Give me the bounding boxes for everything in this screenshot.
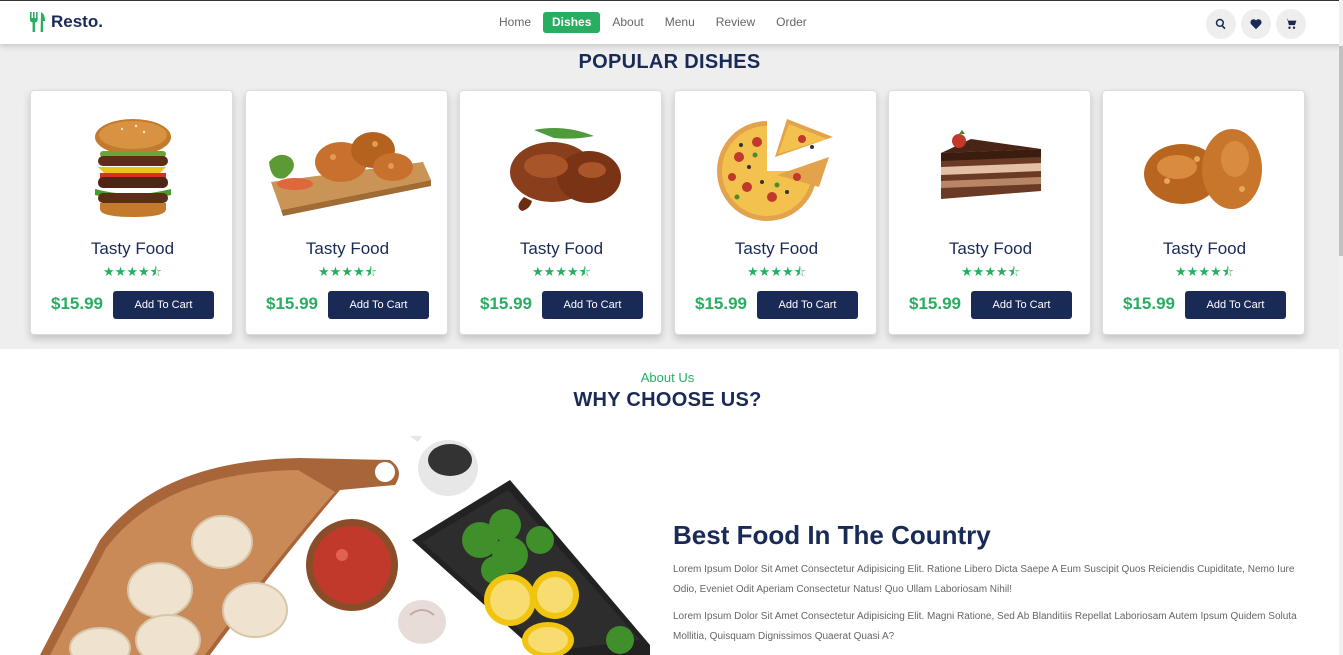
star-rating: ★★★★⯪ bbox=[747, 264, 806, 279]
dish-name: Tasty Food bbox=[948, 239, 1033, 258]
nav-home[interactable]: Home bbox=[490, 12, 540, 33]
section-title: POPULAR DISHES bbox=[578, 51, 761, 73]
main-nav: Home Dishes About Menu Review Order bbox=[490, 12, 819, 33]
dish-image-roast-chicken bbox=[460, 109, 663, 229]
dish-image-burger bbox=[31, 109, 234, 229]
dish-card: Tasty Food ★★★★⯪ $15.99 Add To Cart bbox=[1102, 90, 1305, 335]
nav-order[interactable]: Order bbox=[767, 12, 816, 33]
utensils-icon bbox=[30, 12, 45, 32]
logo[interactable]: Resto. bbox=[29, 12, 103, 32]
star-rating: ★★★★⯪ bbox=[318, 264, 377, 279]
nav-about[interactable]: About bbox=[603, 12, 652, 33]
nav-review[interactable]: Review bbox=[707, 12, 764, 33]
dish-card: Tasty Food ★★★★⯪ $15.99 Add To Cart bbox=[674, 90, 877, 335]
about-title: WHY CHOOSE US? bbox=[573, 389, 762, 411]
star-rating: ★★★★⯪ bbox=[103, 264, 162, 279]
logo-text: Resto. bbox=[51, 12, 103, 31]
about-heading: Best Food In The Country bbox=[673, 520, 991, 550]
scrollbar-thumb[interactable] bbox=[1339, 46, 1343, 256]
dish-card: Tasty Food ★★★★⯪ $15.99 Add To Cart bbox=[459, 90, 662, 335]
about-paragraph-2: Lorem Ipsum Dolor Sit Amet Consectetur A… bbox=[673, 611, 1297, 642]
heart-icon bbox=[1250, 19, 1262, 30]
about-image-dumplings bbox=[40, 430, 650, 655]
nav-menu[interactable]: Menu bbox=[656, 12, 704, 33]
dish-price: $15.99 bbox=[480, 294, 532, 313]
dish-price: $15.99 bbox=[266, 294, 318, 313]
about-subtitle: About Us bbox=[640, 370, 695, 385]
popular-dishes-section: POPULAR DISHES Tasty Food ★★★★⯪ $15.99 A… bbox=[0, 44, 1343, 349]
dish-price: $15.99 bbox=[51, 294, 103, 313]
wishlist-button[interactable] bbox=[1241, 9, 1271, 39]
star-rating: ★★★★⯪ bbox=[532, 264, 591, 279]
dish-image-chocolate-cake bbox=[889, 109, 1092, 229]
dish-price: $15.99 bbox=[909, 294, 961, 313]
search-icon bbox=[1215, 18, 1226, 30]
star-rating: ★★★★⯪ bbox=[1175, 264, 1234, 279]
dish-name: Tasty Food bbox=[305, 239, 390, 258]
dish-price: $15.99 bbox=[1123, 294, 1175, 313]
cart-button[interactable] bbox=[1276, 9, 1306, 39]
header-icons bbox=[1206, 9, 1306, 39]
about-paragraph-1: Lorem Ipsum Dolor Sit Amet Consectetur A… bbox=[673, 564, 1295, 595]
star-rating: ★★★★⯪ bbox=[961, 264, 1020, 279]
dish-name: Tasty Food bbox=[1162, 239, 1247, 258]
add-to-cart-button[interactable]: Add To Cart bbox=[1185, 291, 1286, 319]
dish-card: Tasty Food ★★★★⯪ $15.99 Add To Cart bbox=[30, 90, 233, 335]
shopping-cart-icon bbox=[1285, 18, 1297, 29]
dish-name: Tasty Food bbox=[519, 239, 604, 258]
dish-image-fried-chicken bbox=[1103, 109, 1306, 229]
add-to-cart-button[interactable]: Add To Cart bbox=[328, 291, 429, 319]
add-to-cart-button[interactable]: Add To Cart bbox=[971, 291, 1072, 319]
dish-image-pizza bbox=[675, 109, 878, 229]
dish-card: Tasty Food ★★★★⯪ $15.99 Add To Cart bbox=[888, 90, 1091, 335]
nav-dishes[interactable]: Dishes bbox=[543, 12, 601, 33]
dish-card: Tasty Food ★★★★⯪ $15.99 Add To Cart bbox=[245, 90, 448, 335]
header: Resto. Home Dishes About Menu Review Ord… bbox=[0, 0, 1343, 44]
dish-name: Tasty Food bbox=[90, 239, 175, 258]
dish-price: $15.99 bbox=[695, 294, 747, 313]
dish-image-fried-chicken-board bbox=[246, 109, 449, 229]
dish-name: Tasty Food bbox=[734, 239, 819, 258]
add-to-cart-button[interactable]: Add To Cart bbox=[757, 291, 858, 319]
add-to-cart-button[interactable]: Add To Cart bbox=[113, 291, 214, 319]
add-to-cart-button[interactable]: Add To Cart bbox=[542, 291, 643, 319]
search-button[interactable] bbox=[1206, 9, 1236, 39]
